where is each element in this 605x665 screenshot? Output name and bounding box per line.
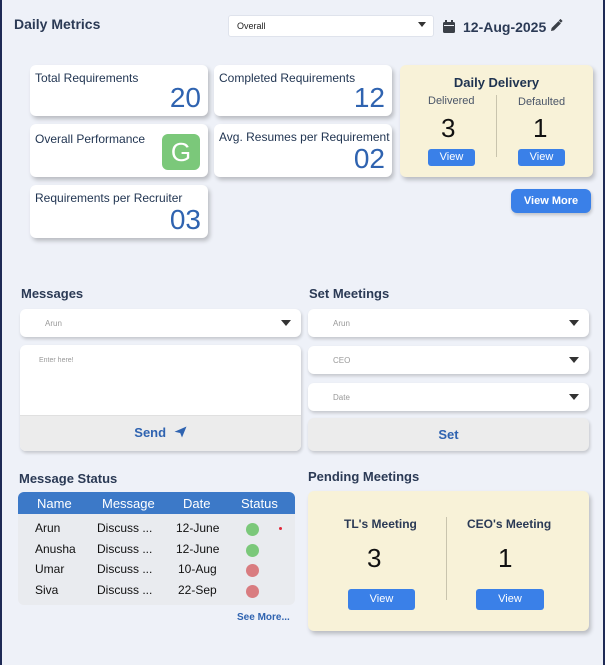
chevron-down-icon [418, 22, 426, 27]
row-name: Anusha [35, 542, 76, 556]
unread-indicator [279, 527, 282, 530]
send-icon [174, 426, 187, 438]
completed-requirements-label: Completed Requirements [219, 71, 356, 85]
set-meetings-heading: Set Meetings [309, 286, 390, 301]
date-placeholder: Date [333, 393, 350, 402]
chevron-down-icon [569, 394, 579, 400]
row-date: 12-June [176, 542, 220, 556]
tl-meeting-view-button[interactable]: View [348, 589, 415, 610]
row-date: 22-Sep [178, 583, 217, 597]
meeting-person-select[interactable]: Arun [308, 309, 589, 337]
filter-value: Overall [237, 21, 266, 31]
column-header-message: Message [102, 496, 155, 511]
person-value: Arun [333, 319, 350, 328]
delivered-value: 3 [441, 113, 456, 143]
pending-meetings-heading: Pending Meetings [308, 469, 420, 484]
column-header-date: Date [183, 496, 211, 511]
messages-heading: Messages [21, 286, 84, 301]
message-recipient-select[interactable]: Arun [20, 309, 301, 337]
status-dot-pending [246, 564, 259, 577]
ceo-meeting-label: CEO's Meeting [467, 517, 552, 531]
table-row[interactable]: Arun Discuss ... 12-June [18, 521, 295, 541]
total-requirements-card[interactable]: Total Requirements 20 [30, 65, 208, 116]
avg-resumes-label: Avg. Resumes per Requirement [219, 130, 390, 144]
pencil-icon[interactable] [549, 19, 563, 33]
ceo-meeting-count: 1 [498, 543, 513, 573]
row-date: 12-June [176, 521, 220, 535]
chevron-down-icon [281, 320, 291, 326]
row-message: Discuss ... [97, 583, 153, 597]
delivered-view-button[interactable]: View [428, 149, 475, 166]
view-more-button[interactable]: View More [511, 189, 591, 213]
overall-performance-label: Overall Performance [35, 132, 146, 146]
completed-requirements-card[interactable]: Completed Requirements 12 [214, 65, 392, 116]
see-more-link[interactable]: See More... [237, 612, 290, 623]
row-date: 10-Aug [178, 562, 217, 576]
message-placeholder: Enter here! [39, 357, 74, 364]
selected-date: 12-Aug-2025 [463, 19, 547, 35]
total-requirements-label: Total Requirements [35, 71, 139, 85]
chevron-down-icon [569, 320, 579, 326]
recipient-value: Arun [45, 319, 62, 328]
calendar-icon[interactable] [443, 20, 455, 33]
column-header-status: Status [241, 496, 278, 511]
chevron-down-icon [569, 357, 579, 363]
row-name: Arun [35, 521, 61, 535]
message-status-table: Name Message Date Status Arun Discuss ..… [18, 492, 295, 605]
meeting-date-select[interactable]: Date [308, 383, 589, 411]
avg-resumes-card[interactable]: Avg. Resumes per Requirement 02 [214, 124, 392, 177]
row-message: Discuss ... [97, 542, 153, 556]
meeting-role-select[interactable]: CEO [308, 346, 589, 374]
total-requirements-value: 20 [169, 82, 201, 113]
pending-meetings-card: TL's Meeting CEO's Meeting 3 1 View View [308, 491, 589, 631]
tl-meeting-label: TL's Meeting [344, 517, 417, 531]
requirements-per-recruiter-label: Requirements per Recruiter [35, 191, 183, 205]
status-dot-sent [246, 523, 259, 536]
table-row[interactable]: Anusha Discuss ... 12-June [18, 542, 295, 562]
role-value: CEO [333, 356, 351, 365]
defaulted-label: Defaulted [518, 96, 566, 108]
performance-grade-badge: G [162, 134, 200, 170]
row-message: Discuss ... [97, 521, 153, 535]
defaulted-value: 1 [533, 113, 548, 143]
avg-resumes-value: 02 [353, 143, 385, 174]
overall-filter-select[interactable]: Overall [228, 15, 434, 37]
message-textarea[interactable]: Enter here! Send [20, 345, 301, 451]
daily-delivery-card: Daily Delivery Delivered Defaulted 3 1 V… [400, 65, 593, 177]
status-dot-sent [246, 544, 259, 557]
send-button[interactable]: Send [20, 415, 301, 451]
delivered-label: Delivered [428, 95, 475, 107]
row-message: Discuss ... [97, 562, 153, 576]
set-meeting-button[interactable]: Set [308, 418, 589, 451]
requirements-per-recruiter-value: 03 [169, 204, 201, 235]
ceo-meeting-view-button[interactable]: View [476, 589, 544, 610]
table-row[interactable]: Siva Discuss ... 22-Sep [18, 583, 295, 603]
send-label: Send [134, 425, 167, 440]
completed-requirements-value: 12 [353, 82, 385, 113]
divider [446, 517, 447, 600]
row-name: Siva [35, 583, 59, 597]
row-name: Umar [35, 562, 65, 576]
table-header: Name Message Date Status [18, 492, 295, 514]
requirements-per-recruiter-card[interactable]: Requirements per Recruiter 03 [30, 185, 208, 238]
overall-performance-card[interactable]: Overall Performance G [30, 124, 208, 177]
column-header-name: Name [37, 496, 72, 511]
message-status-heading: Message Status [19, 471, 118, 486]
status-dot-pending [246, 585, 259, 598]
daily-delivery-title: Daily Delivery [453, 75, 540, 90]
defaulted-view-button[interactable]: View [518, 149, 565, 166]
tl-meeting-count: 3 [367, 543, 382, 573]
divider [496, 95, 497, 157]
page-title: Daily Metrics [14, 16, 101, 32]
table-row[interactable]: Umar Discuss ... 10-Aug [18, 562, 295, 582]
